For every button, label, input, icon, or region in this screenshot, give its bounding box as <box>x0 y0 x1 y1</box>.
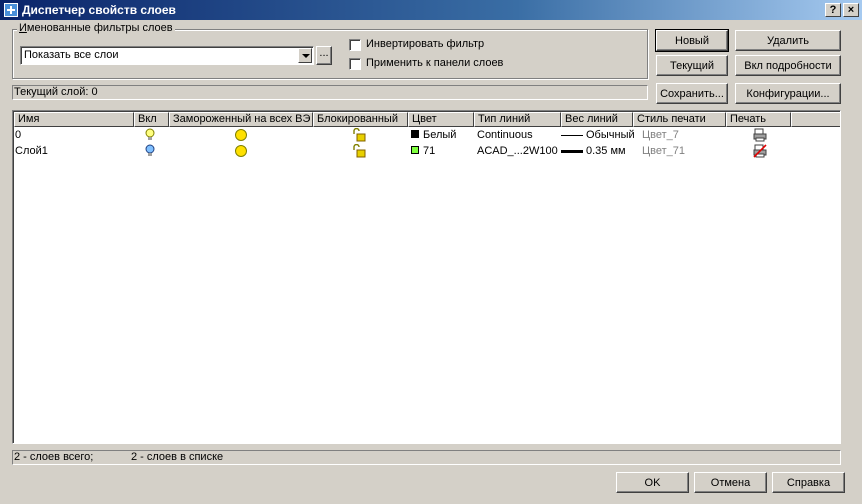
color-swatch <box>411 146 419 155</box>
layers-total: 2 - слоев всего; <box>14 451 94 463</box>
apply-to-panel-checkbox[interactable] <box>349 58 361 70</box>
filter-browse-button[interactable]: ... <box>316 46 332 65</box>
title-bar: Диспетчер свойств слоев ? × <box>0 0 862 20</box>
color-name: 71 <box>423 145 436 157</box>
sun-icon[interactable] <box>234 143 250 159</box>
new-layer-button[interactable]: Новый <box>655 29 729 52</box>
layer-filter-value: Показать все слои <box>24 49 119 61</box>
layer-list[interactable]: Имя Вкл Замороженный на всех ВЭ Блокиров… <box>12 110 841 444</box>
layer-filter-combo[interactable]: Показать все слои <box>20 46 314 65</box>
layer-lineweight[interactable]: Обычный <box>561 127 635 143</box>
unlocked-icon[interactable] <box>352 143 368 159</box>
configurations-button[interactable]: Конфигурации... <box>735 83 841 104</box>
ok-button[interactable]: OK <box>616 472 689 493</box>
window-title: Диспетчер свойств слоев <box>22 3 176 17</box>
col-name[interactable]: Имя <box>14 112 134 127</box>
lineweight-value: Обычный <box>586 129 635 141</box>
col-lineweight[interactable]: Вес линий <box>561 112 633 127</box>
status-bar: 2 - слоев всего; 2 - слоев в списке <box>12 450 841 465</box>
layers-listed: 2 - слоев в списке <box>131 451 224 463</box>
layer-linetype[interactable]: Continuous <box>477 127 561 143</box>
layer-name: 0 <box>15 129 22 141</box>
no-print-icon[interactable] <box>753 143 769 159</box>
invert-filter-checkbox[interactable] <box>349 39 361 51</box>
layer-linetype[interactable]: ACAD_...2W100 <box>477 143 561 159</box>
apply-to-panel-label: Применить к панели слоев <box>366 57 504 69</box>
layer-color[interactable]: 71 <box>411 143 473 159</box>
lineweight-sample <box>561 149 583 153</box>
col-locked[interactable]: Блокированный <box>313 112 408 127</box>
current-layer-field: Текущий слой: 0 <box>12 85 648 100</box>
cancel-button[interactable]: Отмена <box>694 472 767 493</box>
color-name: Белый <box>423 129 457 141</box>
set-current-button[interactable]: Текущий <box>656 55 728 76</box>
layer-color[interactable]: Белый <box>411 127 473 143</box>
layer-row[interactable]: 0 Белый Continuous Обычный Цвет_7 <box>14 127 840 143</box>
sun-icon[interactable] <box>234 127 250 143</box>
current-layer-text: Текущий слой: 0 <box>14 86 98 98</box>
col-plot[interactable]: Печать <box>726 112 791 127</box>
invert-filter-label: Инвертировать фильтр <box>366 38 485 50</box>
help-button[interactable]: Справка <box>772 472 845 493</box>
col-filler <box>791 112 840 127</box>
col-plot-style[interactable]: Стиль печати <box>633 112 726 127</box>
layer-manager-icon <box>4 3 18 17</box>
on-bulb-icon[interactable] <box>145 127 159 143</box>
help-title-button[interactable]: ? <box>825 3 841 17</box>
lineweight-sample <box>561 134 583 136</box>
save-state-button[interactable]: Сохранить... <box>656 83 728 104</box>
show-details-button[interactable]: Вкл подробности <box>735 55 841 76</box>
layer-list-header: Имя Вкл Замороженный на всех ВЭ Блокиров… <box>14 112 840 127</box>
col-color[interactable]: Цвет <box>408 112 474 127</box>
on-bulb-icon[interactable] <box>145 143 159 159</box>
close-button[interactable]: × <box>843 3 859 17</box>
lineweight-value: 0.35 мм <box>586 145 626 157</box>
layer-lineweight[interactable]: 0.35 мм <box>561 143 635 159</box>
layer-name: Слой1 <box>15 145 48 157</box>
unlocked-icon[interactable] <box>352 127 368 143</box>
layer-plot-style: Цвет_7 <box>642 129 679 141</box>
color-swatch <box>411 130 419 139</box>
delete-layer-button[interactable]: Удалить <box>735 30 841 51</box>
col-on[interactable]: Вкл <box>134 112 169 127</box>
layer-row[interactable]: Слой1 71 ACAD_...2W100 0.35 мм Цвет_71 <box>14 143 840 159</box>
named-filters-label: Именованные фильтры слоев <box>17 22 175 34</box>
layer-plot-style: Цвет_71 <box>642 145 686 157</box>
combo-dropdown-arrow[interactable] <box>298 48 312 63</box>
printer-icon[interactable] <box>753 127 769 143</box>
col-frozen[interactable]: Замороженный на всех ВЭ <box>169 112 313 127</box>
col-linetype[interactable]: Тип линий <box>474 112 561 127</box>
